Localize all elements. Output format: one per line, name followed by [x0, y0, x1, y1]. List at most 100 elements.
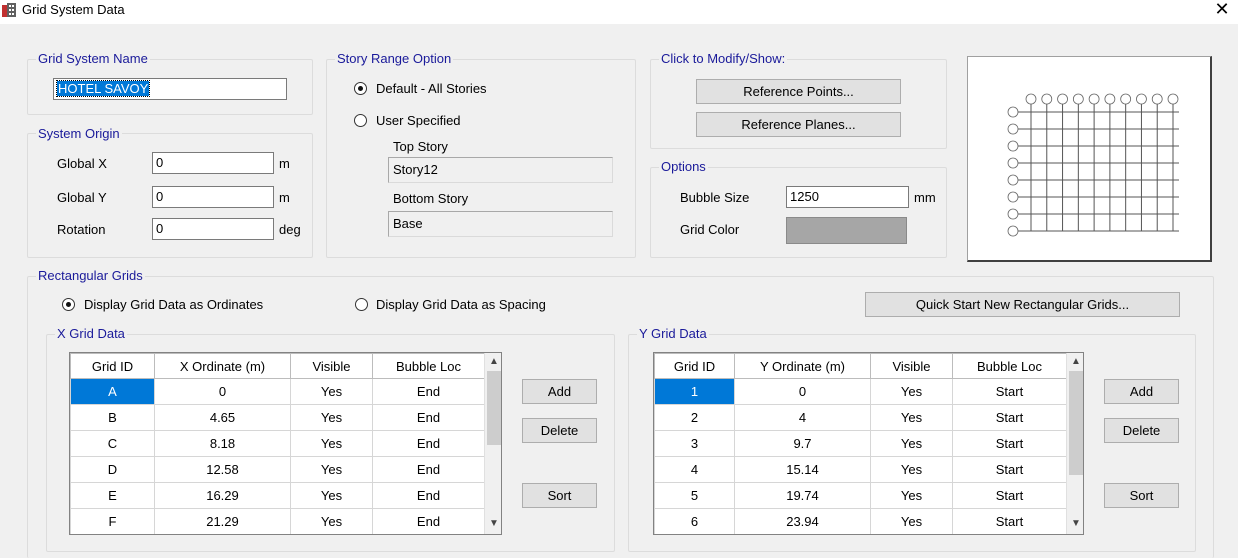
- reference-points-button[interactable]: Reference Points...: [696, 79, 901, 104]
- x-grid-cell[interactable]: D: [70, 456, 155, 483]
- y-grid-cell[interactable]: Start: [952, 482, 1067, 509]
- x-grid-cell[interactable]: Yes: [290, 456, 373, 483]
- table-row[interactable]: D 12.58 Yes End: [70, 456, 485, 483]
- table-row[interactable]: E 16.29 Yes End: [70, 482, 485, 509]
- y-grid-cell[interactable]: 0: [734, 378, 871, 405]
- table-row[interactable]: A 0 Yes End: [70, 378, 485, 405]
- global-y-unit: m: [279, 190, 290, 205]
- y-grid-cell[interactable]: 19.74: [734, 482, 871, 509]
- x-grid-cell[interactable]: Yes: [290, 508, 373, 534]
- close-icon[interactable]: ✕: [1210, 0, 1234, 20]
- x-scroll-down-icon[interactable]: ▼: [485, 515, 501, 532]
- y-grid-cell[interactable]: Yes: [870, 508, 953, 534]
- table-row[interactable]: 3 9.7 Yes Start: [654, 430, 1067, 457]
- y-sort-button[interactable]: Sort: [1104, 483, 1179, 508]
- y-grid-cell[interactable]: 9.7: [734, 430, 871, 457]
- x-grid-cell[interactable]: End: [372, 508, 485, 534]
- window-title: Grid System Data: [22, 2, 125, 17]
- x-grid-cell[interactable]: Yes: [290, 482, 373, 509]
- y-grid-cell[interactable]: Start: [952, 378, 1067, 405]
- table-row[interactable]: 4 15.14 Yes Start: [654, 456, 1067, 483]
- x-scroll-thumb[interactable]: [487, 371, 501, 445]
- y-grid-cell[interactable]: 15.14: [734, 456, 871, 483]
- y-grid-cell[interactable]: Start: [952, 404, 1067, 431]
- y-grid-cell[interactable]: 5: [654, 482, 735, 509]
- y-grid-cell[interactable]: Yes: [870, 482, 953, 509]
- y-grid-cell[interactable]: 6: [654, 508, 735, 534]
- x-delete-button[interactable]: Delete: [522, 418, 597, 443]
- y-scroll-down-icon[interactable]: ▼: [1067, 515, 1083, 532]
- display-ordinates-radio[interactable]: [62, 298, 75, 311]
- x-scroll-up-icon[interactable]: ▲: [485, 353, 501, 370]
- x-sort-button[interactable]: Sort: [522, 483, 597, 508]
- table-row[interactable]: F 21.29 Yes End: [70, 508, 485, 534]
- x-add-button[interactable]: Add: [522, 379, 597, 404]
- y-grid-cell[interactable]: Yes: [870, 378, 953, 405]
- x-grid-cell[interactable]: F: [70, 508, 155, 534]
- grid-system-name-input[interactable]: HOTEL SAVOY: [53, 78, 287, 100]
- y-grid-cell[interactable]: 2: [654, 404, 735, 431]
- x-grid-cell[interactable]: C: [70, 430, 155, 457]
- table-row[interactable]: 6 23.94 Yes Start: [654, 508, 1067, 534]
- preview-x-bubble: [1041, 93, 1053, 105]
- reference-planes-button[interactable]: Reference Planes...: [696, 112, 901, 137]
- x-grid-cell[interactable]: End: [372, 456, 485, 483]
- y-grid-cell[interactable]: Yes: [870, 456, 953, 483]
- y-scroll-thumb[interactable]: [1069, 371, 1083, 475]
- display-spacing-radio[interactable]: [355, 298, 368, 311]
- y-grid-cell[interactable]: 1: [654, 378, 735, 405]
- global-y-input[interactable]: 0: [152, 186, 274, 208]
- x-grid-cell[interactable]: E: [70, 482, 155, 509]
- x-grid-cell[interactable]: Yes: [290, 378, 373, 405]
- preview-x-bubble: [1088, 93, 1100, 105]
- x-grid-scrollbar[interactable]: ▲ ▼: [484, 353, 501, 534]
- y-grid-cell[interactable]: 3: [654, 430, 735, 457]
- y-grid-cell[interactable]: Start: [952, 508, 1067, 534]
- x-grid-cell[interactable]: Yes: [290, 430, 373, 457]
- x-grid-cell[interactable]: End: [372, 430, 485, 457]
- table-row[interactable]: 2 4 Yes Start: [654, 404, 1067, 431]
- preview-y-bubble: [1007, 123, 1019, 135]
- default-all-stories-label[interactable]: Default - All Stories: [376, 82, 487, 96]
- user-specified-label[interactable]: User Specified: [376, 114, 461, 128]
- default-all-stories-radio[interactable]: [354, 82, 367, 95]
- x-grid-cell[interactable]: Yes: [290, 404, 373, 431]
- x-grid-cell[interactable]: End: [372, 482, 485, 509]
- y-grid-cell[interactable]: 4: [734, 404, 871, 431]
- y-scroll-up-icon[interactable]: ▲: [1067, 353, 1083, 370]
- y-grid-cell[interactable]: Yes: [870, 404, 953, 431]
- display-spacing-label[interactable]: Display Grid Data as Spacing: [376, 298, 546, 312]
- x-grid-cell[interactable]: B: [70, 404, 155, 431]
- app-icon: [2, 3, 16, 17]
- y-delete-button[interactable]: Delete: [1104, 418, 1179, 443]
- table-row[interactable]: C 8.18 Yes End: [70, 430, 485, 457]
- preview-y-bubble: [1007, 225, 1019, 237]
- bubble-size-input[interactable]: 1250: [786, 186, 909, 208]
- display-ordinates-label[interactable]: Display Grid Data as Ordinates: [84, 298, 263, 312]
- y-grid-cell[interactable]: Yes: [870, 430, 953, 457]
- x-grid-cell[interactable]: 0: [154, 378, 291, 405]
- table-row[interactable]: 5 19.74 Yes Start: [654, 482, 1067, 509]
- user-specified-radio[interactable]: [354, 114, 367, 127]
- y-grid-scrollbar[interactable]: ▲ ▼: [1066, 353, 1083, 534]
- x-grid-cell[interactable]: 4.65: [154, 404, 291, 431]
- table-row[interactable]: 1 0 Yes Start: [654, 378, 1067, 405]
- x-grid-cell[interactable]: A: [70, 378, 155, 405]
- x-grid-cell[interactable]: 12.58: [154, 456, 291, 483]
- y-grid-cell[interactable]: 4: [654, 456, 735, 483]
- y-grid-cell[interactable]: Start: [952, 456, 1067, 483]
- table-row[interactable]: B 4.65 Yes End: [70, 404, 485, 431]
- quick-start-button[interactable]: Quick Start New Rectangular Grids...: [865, 292, 1180, 317]
- x-grid-cell[interactable]: 21.29: [154, 508, 291, 534]
- y-add-button[interactable]: Add: [1104, 379, 1179, 404]
- x-grid-cell[interactable]: 16.29: [154, 482, 291, 509]
- x-grid-cell[interactable]: End: [372, 404, 485, 431]
- x-grid-table: Grid ID X Ordinate (m) Visible Bubble Loc A…: [69, 352, 502, 535]
- y-grid-cell[interactable]: Start: [952, 430, 1067, 457]
- x-grid-cell[interactable]: 8.18: [154, 430, 291, 457]
- y-grid-cell[interactable]: 23.94: [734, 508, 871, 534]
- x-grid-cell[interactable]: End: [372, 378, 485, 405]
- rotation-input[interactable]: 0: [152, 218, 274, 240]
- grid-color-swatch[interactable]: [786, 217, 907, 244]
- global-x-input[interactable]: 0: [152, 152, 274, 174]
